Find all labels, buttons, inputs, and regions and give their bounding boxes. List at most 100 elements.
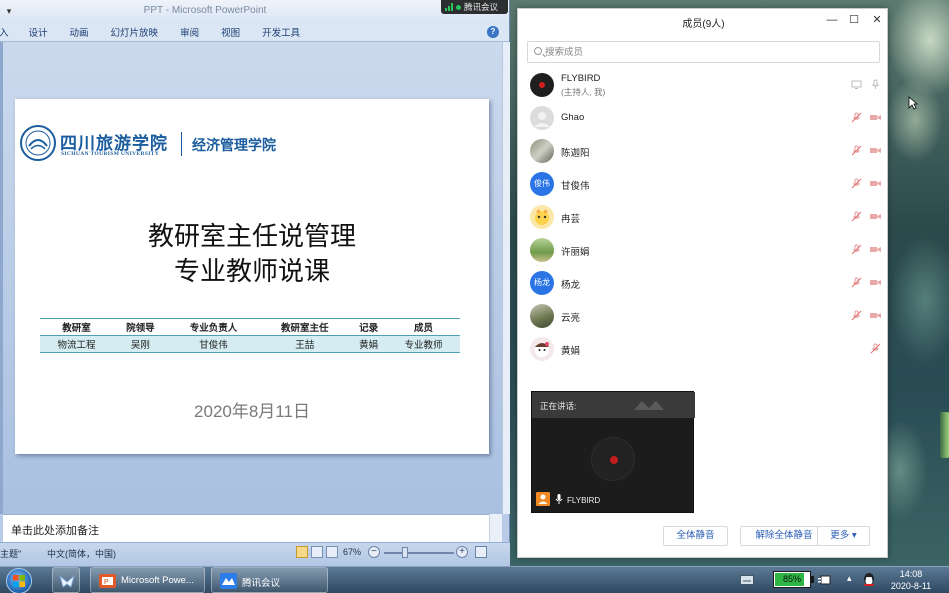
tab-design[interactable]: 设计 xyxy=(29,25,48,39)
tray-expand-icon[interactable]: ▴ xyxy=(847,573,852,584)
avatar xyxy=(530,205,554,229)
member-name: 云亮 xyxy=(561,313,581,324)
mute-all-button[interactable]: 全体静音 xyxy=(663,526,728,546)
mic-muted-icon[interactable] xyxy=(850,309,863,322)
members-panel: 成员(9人) — ☐ ✕ FLYBIRD (主持人, 我) Ghao 陈迦阳 俊… xyxy=(517,8,888,558)
slide-title-line2: 专业教师说课 xyxy=(173,256,330,286)
zoom-level[interactable]: 67% xyxy=(343,547,361,557)
minimize-button[interactable]: — xyxy=(825,13,839,27)
mic-muted-icon[interactable] xyxy=(850,243,863,256)
more-button[interactable]: 更多 ▾ xyxy=(817,526,870,546)
close-button[interactable]: ✕ xyxy=(870,13,884,27)
desktop-gadget[interactable] xyxy=(940,412,949,458)
table-row: 物流工程 吴刚 甘俊伟 王喆 黄娟 专业教师 xyxy=(40,335,460,353)
member-name: 杨龙 xyxy=(561,280,581,291)
tab-review[interactable]: 审阅 xyxy=(180,25,199,39)
avatar xyxy=(530,337,554,361)
normal-view-icon[interactable] xyxy=(296,546,308,558)
university-logo-icon xyxy=(20,125,56,161)
member-row[interactable]: 陈迦阳 xyxy=(518,135,889,167)
status-language[interactable]: 中文(简体，中国) xyxy=(47,547,116,560)
camera-off-icon[interactable] xyxy=(869,243,882,256)
speaker-avatar xyxy=(591,437,635,481)
maximize-button[interactable]: ☐ xyxy=(847,13,861,27)
status-theme: 主题" xyxy=(0,549,22,559)
screen-share-icon[interactable] xyxy=(850,78,863,91)
member-row[interactable]: 杨龙 杨龙 xyxy=(518,267,889,299)
taskbar-tencent-meeting[interactable]: 腾讯会议 xyxy=(211,567,328,593)
member-row[interactable]: 冉芸 xyxy=(518,201,889,233)
member-row[interactable]: 云亮 xyxy=(518,300,889,332)
start-button[interactable] xyxy=(6,568,32,593)
mic-icon xyxy=(555,494,563,504)
avatar: 俊伟 xyxy=(530,172,554,196)
qq-icon[interactable] xyxy=(862,572,876,588)
battery-indicator[interactable]: 85% xyxy=(773,571,814,588)
zoom-slider[interactable] xyxy=(384,552,454,554)
help-icon[interactable]: ? xyxy=(487,26,499,38)
meeting-bar-label: 腾讯会议 xyxy=(464,2,499,12)
slide-pane-edge[interactable] xyxy=(0,42,3,514)
unmute-all-button[interactable]: 解除全体静音 xyxy=(740,526,828,546)
tab-animation[interactable]: 动画 xyxy=(70,25,89,39)
member-search-input[interactable] xyxy=(545,45,865,60)
notes-pane[interactable]: 单击此处添加备注 xyxy=(3,514,502,542)
meeting-floating-bar[interactable]: 腾讯会议 xyxy=(441,0,508,14)
logo-divider xyxy=(181,132,182,156)
camera-off-icon[interactable] xyxy=(869,177,882,190)
slide-date: 2020年8月11日 xyxy=(194,402,310,421)
tab-insert[interactable]: 入 xyxy=(0,25,9,39)
taskbar-powerpoint[interactable]: P Microsoft Powe... xyxy=(90,567,205,593)
active-speaker-panel[interactable]: 正在讲话: FLYBIRD xyxy=(531,391,695,513)
slide-canvas[interactable]: 四川旅游学院 SICHUAN TOURISM UNIVERSITY 经济管理学院… xyxy=(15,99,489,454)
avatar xyxy=(530,73,554,97)
tab-view[interactable]: 视图 xyxy=(221,25,240,39)
avatar xyxy=(530,238,554,262)
member-name: 冉芸 xyxy=(561,214,581,225)
members-title-bar: 成员(9人) — ☐ ✕ xyxy=(518,9,889,31)
table-cell: 王喆 xyxy=(259,335,351,353)
member-row[interactable]: 许丽娟 xyxy=(518,234,889,266)
vertical-scrollbar[interactable] xyxy=(502,42,510,514)
mic-muted-icon[interactable] xyxy=(850,276,863,289)
member-row[interactable]: 俊伟 甘俊伟 xyxy=(518,168,889,200)
mic-muted-icon[interactable] xyxy=(850,144,863,157)
fit-to-window-icon[interactable] xyxy=(475,546,487,558)
camera-off-icon[interactable] xyxy=(869,309,882,322)
table-header-row: 教研室 院领导 专业负责人 教研室主任 记录 成员 xyxy=(40,318,460,336)
camera-off-icon[interactable] xyxy=(869,144,882,157)
member-row[interactable]: FLYBIRD (主持人, 我) xyxy=(518,69,889,101)
mic-muted-icon[interactable] xyxy=(850,210,863,223)
member-name: 陈迦阳 xyxy=(561,148,590,159)
tray-clock[interactable]: 14:08 2020-8-11 xyxy=(880,568,942,592)
tab-developer[interactable]: 开发工具 xyxy=(262,25,300,39)
mic-icon[interactable] xyxy=(869,78,882,91)
notes-placeholder: 单击此处添加备注 xyxy=(11,525,99,537)
member-row[interactable]: 黄娟 xyxy=(518,333,889,365)
mic-muted-icon[interactable] xyxy=(869,342,882,355)
ribbon-tabs: 入 设计 动画 幻灯片放映 审阅 视图 开发工具 ? xyxy=(0,22,509,42)
slideshow-view-icon[interactable] xyxy=(326,546,338,558)
table-cell: 吴刚 xyxy=(113,335,168,353)
slide-sorter-icon[interactable] xyxy=(311,546,323,558)
zoom-out-icon[interactable]: − xyxy=(368,546,380,558)
camera-off-icon[interactable] xyxy=(869,210,882,223)
keyboard-icon[interactable] xyxy=(740,575,754,585)
camera-off-icon[interactable] xyxy=(869,276,882,289)
camera-off-icon[interactable] xyxy=(869,111,882,124)
member-search-box[interactable] xyxy=(527,41,880,63)
member-role: (主持人, 我) xyxy=(561,87,606,97)
zoom-slider-thumb[interactable] xyxy=(402,547,408,558)
taskbar: P Microsoft Powe... 腾讯会议 85% ▴ 14:08 202… xyxy=(0,566,949,593)
ppt-status-bar: 主题" 中文(简体，中国) 67% − + xyxy=(0,542,510,566)
zoom-in-icon[interactable]: + xyxy=(456,546,468,558)
table-header: 教研室主任 xyxy=(259,318,351,336)
notes-scrollbar[interactable] xyxy=(489,514,502,542)
mic-muted-icon[interactable] xyxy=(850,111,863,124)
pinned-app-button[interactable] xyxy=(52,567,80,593)
member-row[interactable]: Ghao xyxy=(518,102,889,134)
taskbar-item-label: Microsoft Powe... xyxy=(121,575,194,586)
mic-muted-icon[interactable] xyxy=(850,177,863,190)
tab-slideshow[interactable]: 幻灯片放映 xyxy=(111,25,159,39)
power-plug-icon[interactable] xyxy=(818,574,832,586)
